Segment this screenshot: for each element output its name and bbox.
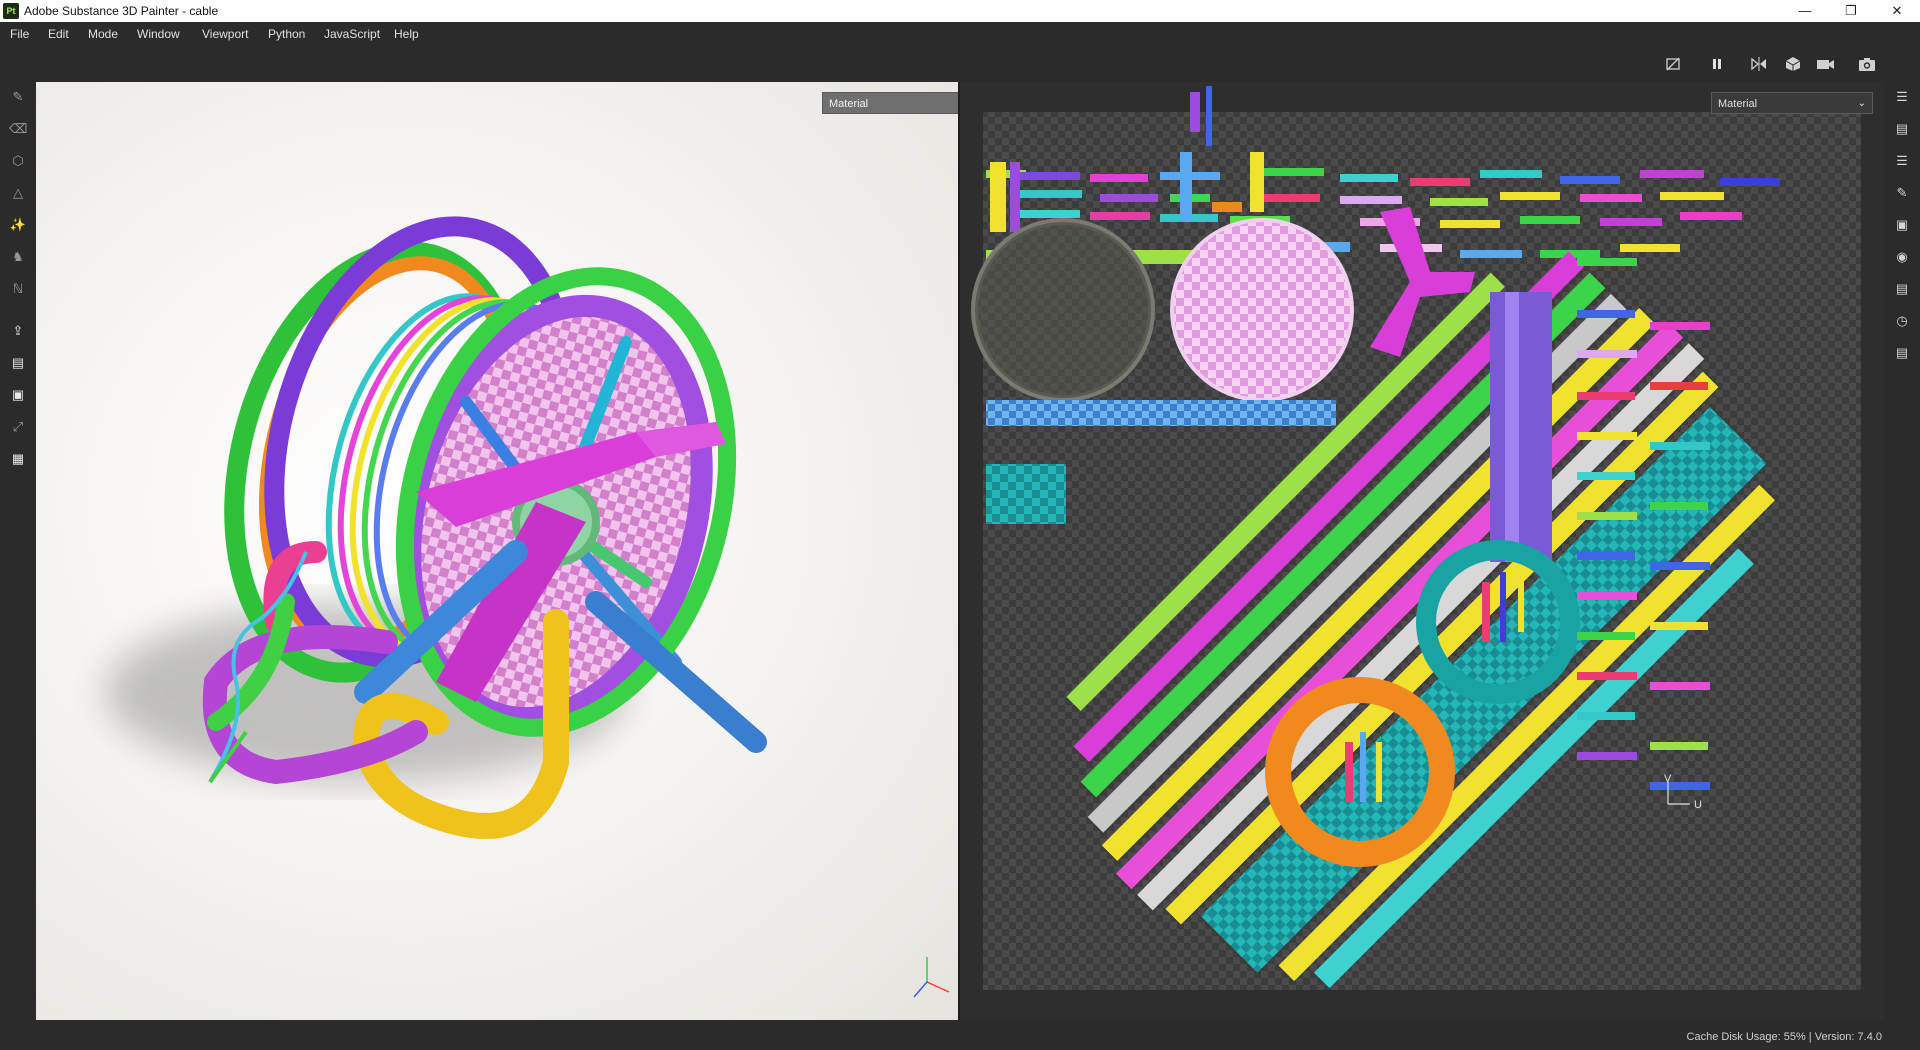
- menu-bar: File Edit Mode Window Viewport Python Ja…: [0, 22, 1920, 46]
- viewport3d-channel-dropdown[interactable]: Material ⌄: [822, 92, 960, 114]
- uv-axis-v: V: [1664, 773, 1672, 785]
- screenshot-icon[interactable]: [1858, 56, 1876, 72]
- texture-set-icon[interactable]: ▦: [9, 450, 27, 468]
- assets-icon[interactable]: ▤: [1893, 280, 1911, 298]
- geometry-icon[interactable]: ▣: [9, 386, 27, 404]
- restore-icon[interactable]: ❐: [1828, 0, 1874, 22]
- menu-viewport[interactable]: Viewport: [202, 27, 248, 41]
- polygon-fill-icon[interactable]: △: [9, 184, 27, 202]
- cube-view-icon[interactable]: [1784, 56, 1802, 72]
- color-picker-icon[interactable]: ℕ: [9, 280, 27, 298]
- uv-layout: V U: [971, 86, 1861, 990]
- app-logo-icon: Pt: [3, 3, 19, 19]
- clone-icon[interactable]: ♞: [9, 248, 27, 266]
- menu-javascript[interactable]: JavaScript: [324, 27, 380, 41]
- panel-shelf: ☰ ▤ ☰ ✎ ▣ ◉ ▤ ◷ ▤: [1884, 82, 1920, 1022]
- layers-icon[interactable]: ☰: [1893, 152, 1911, 170]
- transform-icon[interactable]: ⤢: [9, 418, 27, 436]
- history-icon[interactable]: ◷: [1893, 312, 1911, 330]
- texture-set-list-icon[interactable]: ☰: [1893, 88, 1911, 106]
- export-icon[interactable]: ⇪: [9, 322, 27, 340]
- viewport2d-channel-value: Material: [1718, 98, 1758, 110]
- smudge-icon[interactable]: ✨: [9, 216, 27, 234]
- projection-icon[interactable]: ⬡: [9, 152, 27, 170]
- menu-window[interactable]: Window: [137, 27, 180, 41]
- texture-set-settings-icon[interactable]: ▤: [1893, 120, 1911, 138]
- viewport-toolbar: [0, 46, 1920, 82]
- menu-python[interactable]: Python: [268, 27, 305, 41]
- chevron-down-icon: ⌄: [1857, 98, 1866, 109]
- close-icon[interactable]: ✕: [1874, 0, 1920, 22]
- viewport2d-channel-dropdown[interactable]: Material ⌄: [1711, 92, 1873, 114]
- menu-file[interactable]: File: [10, 27, 29, 41]
- viewport-3d[interactable]: Material ⌄: [36, 82, 960, 1020]
- status-bar: Cache Disk Usage: 55% | Version: 7.4.0: [0, 1022, 1920, 1050]
- minimize-icon[interactable]: —: [1782, 0, 1828, 22]
- cable-reel-model: [106, 216, 950, 998]
- camera-icon[interactable]: [1816, 56, 1834, 72]
- viewport3d-channel-value: Material: [829, 98, 869, 110]
- split-view-icon[interactable]: [1750, 56, 1768, 72]
- shader-settings-icon[interactable]: ◉: [1893, 248, 1911, 266]
- axis-gizmo: [913, 957, 950, 998]
- brush-icon[interactable]: ✎: [9, 88, 27, 106]
- hide-uv-icon[interactable]: [1664, 56, 1682, 72]
- title-bar: Pt Adobe Substance 3D Painter - cable — …: [0, 0, 1920, 22]
- uv-axis-u: U: [1694, 799, 1702, 811]
- log-icon[interactable]: ▤: [1893, 344, 1911, 362]
- menu-help[interactable]: Help: [394, 27, 419, 41]
- tool-shelf: ✎ ⌫ ⬡ △ ✨ ♞ ℕ ⇪ ▤ ▣ ⤢ ▦: [0, 82, 36, 1022]
- properties-icon[interactable]: ✎: [1893, 184, 1911, 202]
- window-title: Adobe Substance 3D Painter - cable: [24, 4, 219, 18]
- pause-icon[interactable]: [1708, 56, 1726, 72]
- cache-disk-status: Cache Disk Usage: 55% | Version: 7.4.0: [1686, 1031, 1882, 1043]
- eraser-icon[interactable]: ⌫: [9, 120, 27, 138]
- viewport-2d[interactable]: V U Material ⌄: [960, 82, 1884, 1020]
- bake-icon[interactable]: ▤: [9, 354, 27, 372]
- menu-edit[interactable]: Edit: [48, 27, 69, 41]
- display-settings-icon[interactable]: ▣: [1893, 216, 1911, 234]
- menu-mode[interactable]: Mode: [88, 27, 118, 41]
